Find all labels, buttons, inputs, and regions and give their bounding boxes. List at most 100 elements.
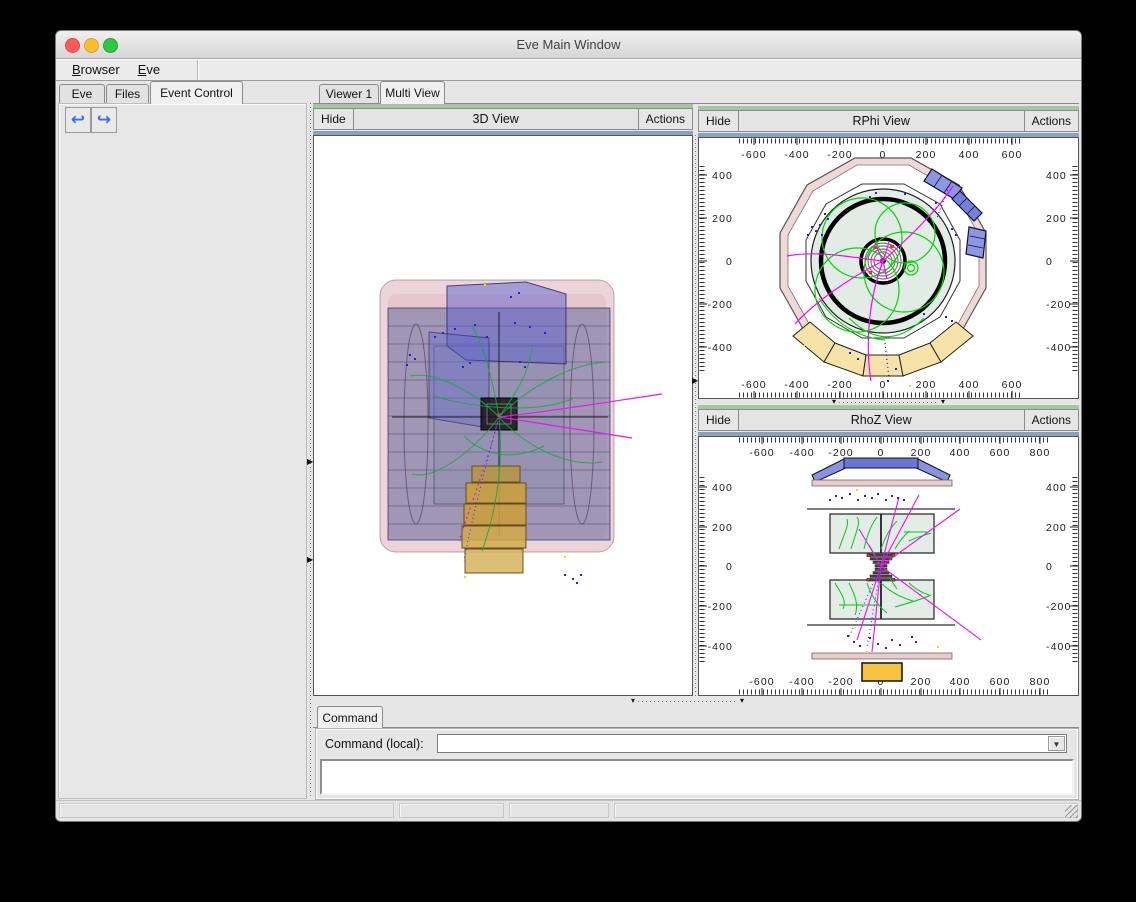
rhoz-actions-button[interactable]: Actions — [1024, 410, 1078, 430]
axis-tick-label: -400 — [708, 641, 733, 653]
axis-tick-label: -200 — [708, 299, 733, 311]
axis-tick-label: -200 — [708, 601, 733, 613]
axis-tick-label: -400 — [789, 447, 814, 459]
title-bar[interactable]: Eve Main Window — [56, 31, 1081, 59]
command-input[interactable] — [439, 736, 1051, 753]
axis-tick-label: 200 — [1046, 522, 1067, 534]
axis-tick-label: -400 — [784, 149, 809, 161]
tab-viewer1[interactable]: Viewer 1 — [319, 84, 379, 104]
axis-tick-label: -400 — [1046, 641, 1071, 653]
menu-eve[interactable]: Eve — [129, 59, 169, 80]
rhoz-hcal-box — [862, 663, 902, 681]
axis-tick-label: 200 — [1046, 213, 1067, 225]
command-frame: Command (local): ▼ — [315, 728, 1079, 800]
rphi-plot: -600 -400 -200 0 200 400 600 -600 -400 -200 0 200 4… — [699, 138, 1078, 398]
axis-tick-label: 600 — [1002, 379, 1023, 391]
combo-dropdown-button[interactable]: ▼ — [1048, 736, 1065, 751]
axis-tick-label: 0 — [726, 561, 733, 573]
axis-tick-label: 400 — [959, 149, 980, 161]
eve-main-window: Eve Main Window Browser Eve Eve Files Ev… — [55, 30, 1082, 822]
splitter-arrow-icon[interactable]: ▾ — [740, 697, 744, 705]
axis-tick-label: -400 — [789, 676, 814, 688]
menu-browser[interactable]: Browser — [63, 59, 129, 80]
axis-tick-label: 400 — [712, 170, 733, 182]
zoom-button[interactable] — [103, 38, 118, 53]
3d-forward-calorimeter-stack — [462, 466, 526, 573]
status-bar — [56, 800, 1081, 822]
status-cell — [614, 803, 1078, 818]
3d-detector-scene — [314, 136, 692, 695]
axis-tick-label: -400 — [708, 342, 733, 354]
tab-command[interactable]: Command — [317, 706, 383, 728]
panel-rhoz-view: Hide RhoZ View Actions -600 -400 -200 0 200 4… — [698, 405, 1079, 696]
rhoz-view-title: RhoZ View — [739, 410, 1024, 430]
axis-tick-label: 0 — [726, 256, 733, 268]
3d-actions-button[interactable]: Actions — [638, 109, 692, 129]
axis-tick-label: -600 — [749, 447, 774, 459]
rhoz-plot: -600-400-2000200400600800 -600-400-20002… — [699, 437, 1078, 695]
rhoz-view-header: Hide RhoZ View Actions — [698, 409, 1079, 431]
axis-tick-label: 400 — [1046, 170, 1067, 182]
status-cell — [399, 803, 504, 818]
rhoz-hide-button[interactable]: Hide — [699, 410, 739, 430]
axis-tick-label: 400 — [1046, 482, 1067, 494]
axis-tick-label: -200 — [828, 447, 853, 459]
axis-tick-label: 200 — [911, 447, 932, 459]
menu-separator — [197, 60, 199, 80]
minimize-button[interactable] — [84, 38, 99, 53]
panel-3d-view: Hide 3D View Actions — [313, 104, 693, 696]
rphi-hide-button[interactable]: Hide — [699, 111, 739, 131]
rhoz-pink-bar-bottom — [812, 653, 952, 659]
next-event-button[interactable]: ↪ — [91, 107, 117, 133]
axis-tick-label: -400 — [1046, 342, 1071, 354]
command-output-area[interactable] — [320, 759, 1074, 795]
rhoz-muon-chambers — [812, 458, 950, 482]
previous-event-button[interactable]: ↩ — [65, 107, 91, 133]
axis-tick-label: -200 — [828, 676, 853, 688]
3d-hide-button[interactable]: Hide — [314, 109, 354, 129]
axis-tick-label: 800 — [1030, 676, 1051, 688]
axis-tick-label: 0 — [878, 447, 885, 459]
redo-arrow-icon: ↪ — [97, 110, 111, 129]
3d-viewport[interactable] — [313, 135, 693, 696]
axis-tick-label: 0 — [1046, 256, 1053, 268]
rhoz-viewport[interactable]: -600-400-2000200400600800 -600-400-20002… — [698, 436, 1079, 696]
axis-tick-label: -600 — [741, 149, 766, 161]
resize-grip[interactable] — [1065, 805, 1078, 818]
splitter-arrow-icon[interactable]: ▾ — [631, 697, 635, 705]
rhoz-pink-bar-top — [812, 480, 952, 486]
desktop: { "window": { "title": "Eve Main Window"… — [0, 0, 1136, 902]
close-button[interactable] — [65, 38, 80, 53]
axis-tick-label: 600 — [1002, 149, 1023, 161]
axis-tick-label: -400 — [784, 379, 809, 391]
rphi-actions-button[interactable]: Actions — [1024, 111, 1078, 131]
axis-tick-label: -600 — [741, 379, 766, 391]
axis-tick-label: 200 — [712, 522, 733, 534]
axis-tick-label: -200 — [827, 149, 852, 161]
axis-tick-label: 400 — [959, 379, 980, 391]
axis-tick-label: -200 — [827, 379, 852, 391]
menu-bar: Browser Eve — [56, 59, 1081, 81]
3d-central-detector-core — [481, 398, 517, 430]
axis-tick-label: 600 — [990, 676, 1011, 688]
bottom-splitter[interactable]: ▾ ▾ — [313, 697, 1079, 705]
axis-tick-label: 200 — [916, 149, 937, 161]
tab-files[interactable]: Files — [106, 84, 149, 104]
axis-tick-label: 800 — [1030, 447, 1051, 459]
tab-multi-view[interactable]: Multi View — [380, 81, 445, 104]
tab-event-control[interactable]: Event Control — [150, 81, 243, 104]
rphi-view-header: Hide RPhi View Actions — [698, 110, 1079, 132]
rphi-viewport[interactable]: -600 -400 -200 0 200 400 600 -600 -400 -200 0 200 4… — [698, 137, 1079, 399]
command-combobox[interactable]: ▼ — [437, 734, 1067, 753]
undo-arrow-icon: ↩ — [71, 110, 85, 129]
axis-tick-label: -200 — [1046, 601, 1071, 613]
panel-rphi-view: Hide RPhi View Actions -600 -400 -200 0 200 4… — [698, 106, 1079, 399]
axis-tick-label: 0 — [1046, 561, 1053, 573]
axis-tick-label: 400 — [950, 676, 971, 688]
axis-tick-label: 200 — [712, 213, 733, 225]
tab-eve[interactable]: Eve — [59, 84, 105, 104]
axis-tick-label: 0 — [880, 379, 887, 391]
status-cell — [509, 803, 609, 818]
axis-tick-label: 400 — [712, 482, 733, 494]
3d-view-title: 3D View — [354, 109, 638, 129]
